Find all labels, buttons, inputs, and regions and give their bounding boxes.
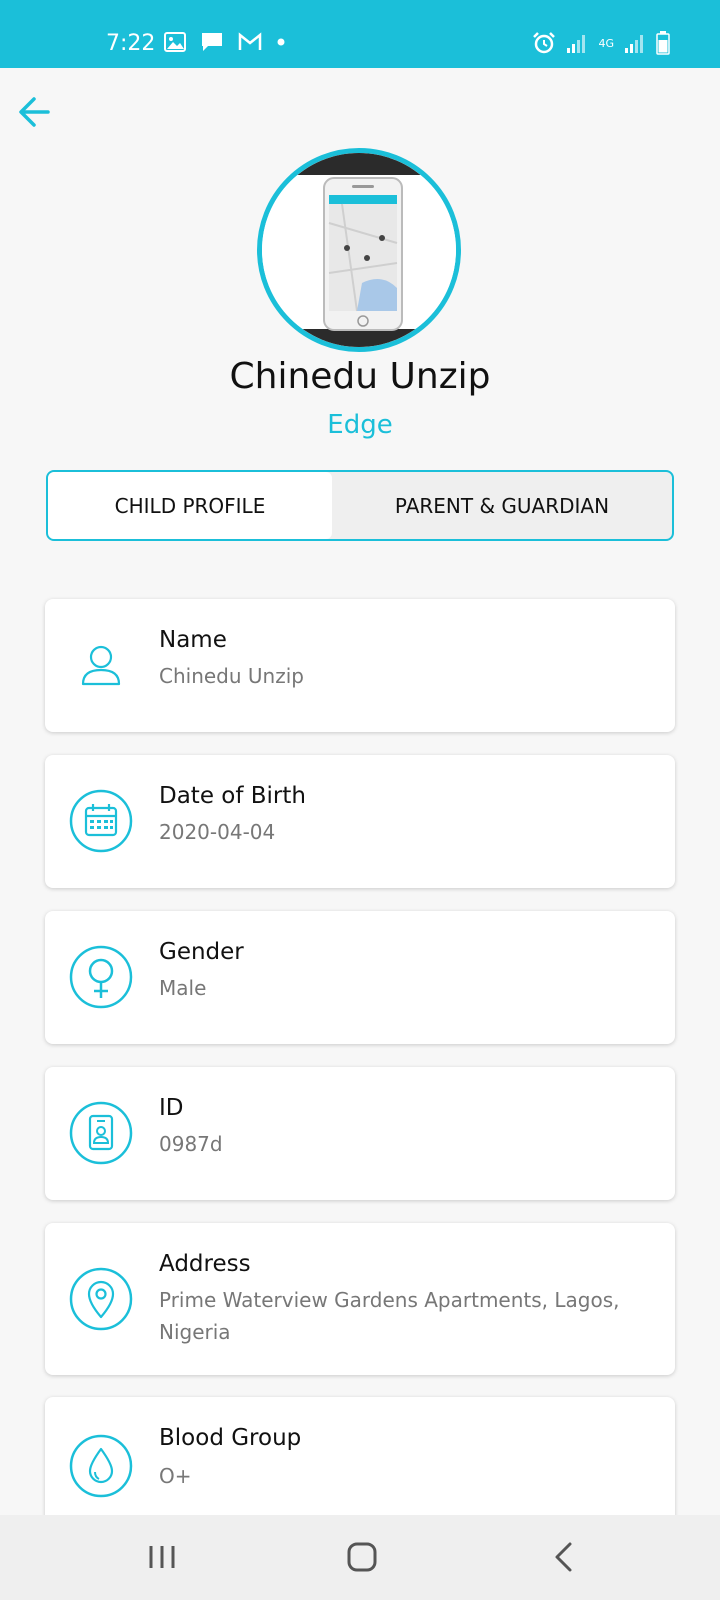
signal-icon: [624, 32, 646, 54]
avatar-image: [262, 153, 456, 347]
field-card-name[interactable]: Name Chinedu Unzip: [45, 599, 675, 732]
field-value: 2020-04-04: [159, 820, 276, 844]
field-label: Name: [159, 627, 227, 653]
home-icon[interactable]: [342, 1537, 382, 1577]
arrow-left-icon: [19, 97, 50, 127]
id-badge-icon: [69, 1101, 133, 1165]
dot-icon: [276, 37, 286, 47]
gmail-icon: [238, 32, 262, 52]
profile-subtitle: Edge: [327, 410, 393, 440]
location-pin-icon: [69, 1267, 133, 1331]
image-icon: [164, 32, 186, 52]
field-label: Address: [159, 1251, 251, 1277]
network-type: 4G: [598, 36, 614, 50]
field-label: Blood Group: [159, 1425, 302, 1451]
blood-drop-icon: [69, 1434, 133, 1498]
calendar-icon: [69, 789, 133, 853]
field-label: ID: [159, 1095, 184, 1121]
field-label: Gender: [159, 939, 244, 965]
person-icon: [69, 633, 133, 697]
message-icon: [200, 31, 224, 53]
field-card-address[interactable]: Address Prime Waterview Gardens Apartmen…: [45, 1223, 675, 1375]
tab-child-profile[interactable]: CHILD PROFILE: [48, 472, 332, 539]
field-card-gender[interactable]: Gender Male: [45, 911, 675, 1044]
signal-icon: [566, 32, 588, 54]
alarm-icon: [532, 31, 556, 55]
status-bar: 7:22 4G: [0, 0, 720, 68]
back-icon[interactable]: [544, 1537, 584, 1577]
back-button[interactable]: [16, 92, 56, 132]
avatar[interactable]: [257, 148, 461, 352]
gender-icon: [69, 945, 133, 1009]
field-label: Date of Birth: [159, 783, 306, 809]
field-card-id[interactable]: ID 0987d: [45, 1067, 675, 1200]
field-value: O+: [159, 1464, 192, 1488]
battery-icon: [656, 31, 670, 55]
system-nav-bar: [0, 1515, 720, 1600]
profile-name: Chinedu Unzip: [229, 356, 491, 397]
field-value: Male: [159, 976, 207, 1000]
field-card-date-of-birth[interactable]: Date of Birth 2020-04-04: [45, 755, 675, 888]
recent-apps-icon[interactable]: [142, 1537, 182, 1577]
profile-tabs: CHILD PROFILE PARENT & GUARDIAN: [46, 470, 674, 541]
status-time: 7:22: [106, 31, 156, 56]
tab-parent-guardian[interactable]: PARENT & GUARDIAN: [332, 472, 672, 539]
field-value: Chinedu Unzip: [159, 664, 304, 688]
field-value: 0987d: [159, 1132, 223, 1156]
field-value: Prime Waterview Gardens Apartments, Lago…: [159, 1288, 620, 1344]
